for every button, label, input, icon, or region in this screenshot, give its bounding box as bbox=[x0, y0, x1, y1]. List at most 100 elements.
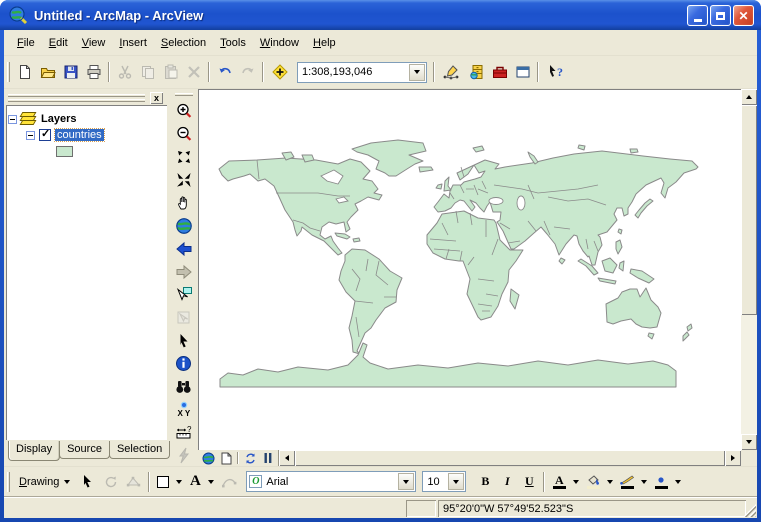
edit-annotation-tool-button[interactable] bbox=[217, 471, 240, 493]
toolbar-grip[interactable] bbox=[7, 62, 10, 82]
full-extent-button[interactable] bbox=[172, 214, 196, 237]
menu-file[interactable]: File bbox=[10, 33, 42, 53]
shape-tool-dropdown-arrow-icon[interactable] bbox=[173, 473, 185, 491]
toc-close-button[interactable]: x bbox=[150, 92, 163, 104]
map-horizontal-scrollbar[interactable] bbox=[198, 450, 741, 466]
copy-button[interactable] bbox=[136, 61, 159, 83]
map-canvas[interactable] bbox=[198, 89, 741, 450]
open-button[interactable] bbox=[36, 61, 59, 83]
new-rectangle-tool-button[interactable] bbox=[153, 471, 173, 493]
cut-button[interactable] bbox=[113, 61, 136, 83]
select-features-button[interactable] bbox=[172, 283, 196, 306]
print-button[interactable] bbox=[82, 61, 105, 83]
menu-tools[interactable]: Tools bbox=[213, 33, 253, 53]
toc-symbol-row[interactable] bbox=[8, 143, 165, 159]
save-button[interactable] bbox=[59, 61, 82, 83]
fill-color-dropdown-arrow-icon[interactable] bbox=[604, 473, 616, 491]
whats-this-help-button[interactable]: ? bbox=[542, 61, 569, 83]
command-window-button[interactable] bbox=[511, 61, 534, 83]
scale-dropdown-arrow-icon[interactable] bbox=[409, 64, 425, 81]
underline-button[interactable]: U bbox=[518, 472, 540, 492]
hyperlink-button[interactable] bbox=[172, 444, 196, 467]
zoom-in-button[interactable] bbox=[172, 99, 196, 122]
drawing-menu-button[interactable]: Drawing bbox=[13, 473, 76, 491]
font-dropdown-arrow-icon[interactable] bbox=[398, 473, 414, 490]
arccatalog-button[interactable] bbox=[465, 61, 488, 83]
close-button[interactable]: ✕ bbox=[733, 5, 754, 26]
paste-button[interactable] bbox=[159, 61, 182, 83]
new-text-tool-button[interactable]: A bbox=[185, 471, 205, 493]
new-map-button[interactable] bbox=[13, 61, 36, 83]
collapse-icon[interactable] bbox=[26, 131, 35, 140]
tab-source[interactable]: Source bbox=[59, 441, 110, 459]
line-color-dropdown-arrow-icon[interactable] bbox=[638, 473, 650, 491]
go-back-extent-button[interactable] bbox=[172, 237, 196, 260]
font-size-dropdown-arrow-icon[interactable] bbox=[448, 473, 464, 490]
resize-grip[interactable] bbox=[743, 504, 756, 517]
pan-button[interactable] bbox=[172, 191, 196, 214]
fill-color-button[interactable] bbox=[582, 472, 604, 492]
menu-selection[interactable]: Selection bbox=[154, 33, 213, 53]
delete-button[interactable] bbox=[182, 61, 205, 83]
arctoolbox-button[interactable] bbox=[488, 61, 511, 83]
horizontal-scroll-thumb[interactable] bbox=[295, 450, 725, 466]
scroll-down-button[interactable] bbox=[741, 434, 757, 450]
collapse-icon[interactable] bbox=[8, 115, 17, 124]
go-forward-extent-button[interactable] bbox=[172, 260, 196, 283]
line-color-button[interactable] bbox=[616, 472, 638, 492]
toc-layer-row[interactable]: countries bbox=[8, 127, 165, 143]
undo-button[interactable] bbox=[213, 61, 236, 83]
menu-edit[interactable]: Edit bbox=[42, 33, 75, 53]
font-color-button[interactable]: A bbox=[548, 472, 570, 492]
maximize-button[interactable] bbox=[710, 5, 731, 26]
menu-help[interactable]: Help bbox=[306, 33, 343, 53]
layer-name[interactable]: countries bbox=[55, 129, 104, 141]
tab-selection[interactable]: Selection bbox=[109, 441, 170, 459]
zoom-out-button[interactable] bbox=[172, 122, 196, 145]
pause-drawing-button[interactable] bbox=[259, 451, 276, 466]
font-color-dropdown-arrow-icon[interactable] bbox=[570, 473, 582, 491]
fixed-zoom-in-button[interactable] bbox=[172, 145, 196, 168]
map-vertical-scrollbar[interactable] bbox=[741, 89, 757, 450]
editor-toolbar-button[interactable] bbox=[438, 61, 465, 83]
identify-button[interactable] bbox=[172, 352, 196, 375]
menu-view[interactable]: View bbox=[75, 33, 113, 53]
bold-button[interactable]: B bbox=[474, 472, 496, 492]
toc-grip[interactable]: x bbox=[6, 91, 167, 104]
measure-button[interactable]: ? bbox=[172, 421, 196, 444]
refresh-view-button[interactable] bbox=[242, 451, 259, 466]
add-data-button[interactable] bbox=[267, 61, 293, 83]
tools-toolbar-grip[interactable] bbox=[175, 93, 193, 96]
marker-color-dropdown-arrow-icon[interactable] bbox=[672, 473, 684, 491]
select-elements-tool-button[interactable] bbox=[76, 471, 99, 493]
data-view-button[interactable] bbox=[200, 451, 217, 466]
tab-display[interactable]: Display bbox=[8, 441, 60, 461]
select-elements-button[interactable] bbox=[172, 329, 196, 352]
vertical-scroll-thumb[interactable] bbox=[741, 105, 757, 315]
title-bar[interactable]: Untitled - ArcMap - ArcView ✕ bbox=[0, 0, 761, 30]
find-button[interactable] bbox=[172, 375, 196, 398]
clear-selection-button[interactable] bbox=[172, 306, 196, 329]
font-combo[interactable]: O Arial bbox=[246, 471, 416, 492]
scroll-right-button[interactable] bbox=[725, 450, 741, 466]
layer-symbol-swatch[interactable] bbox=[56, 146, 73, 157]
redo-button[interactable] bbox=[236, 61, 259, 83]
menu-insert[interactable]: Insert bbox=[112, 33, 154, 53]
layer-visibility-checkbox[interactable] bbox=[39, 129, 51, 141]
layout-view-button[interactable] bbox=[217, 451, 234, 466]
toc-root-row[interactable]: Layers bbox=[8, 111, 165, 127]
text-tool-dropdown-arrow-icon[interactable] bbox=[205, 473, 217, 491]
italic-button[interactable]: I bbox=[496, 472, 518, 492]
menu-window[interactable]: Window bbox=[253, 33, 306, 53]
map-scale-combo[interactable]: 1:308,193,046 bbox=[297, 62, 427, 83]
go-to-xy-button[interactable]: X Y bbox=[172, 398, 196, 421]
marker-color-button[interactable] bbox=[650, 472, 672, 492]
scroll-left-button[interactable] bbox=[279, 450, 295, 466]
rotate-tool-button[interactable] bbox=[99, 471, 122, 493]
scroll-up-button[interactable] bbox=[741, 89, 757, 105]
toolbar-grip[interactable] bbox=[7, 472, 10, 492]
font-size-combo[interactable]: 10 bbox=[422, 471, 466, 492]
minimize-button[interactable] bbox=[687, 5, 708, 26]
fixed-zoom-out-button[interactable] bbox=[172, 168, 196, 191]
edit-vertices-tool-button[interactable] bbox=[122, 471, 145, 493]
